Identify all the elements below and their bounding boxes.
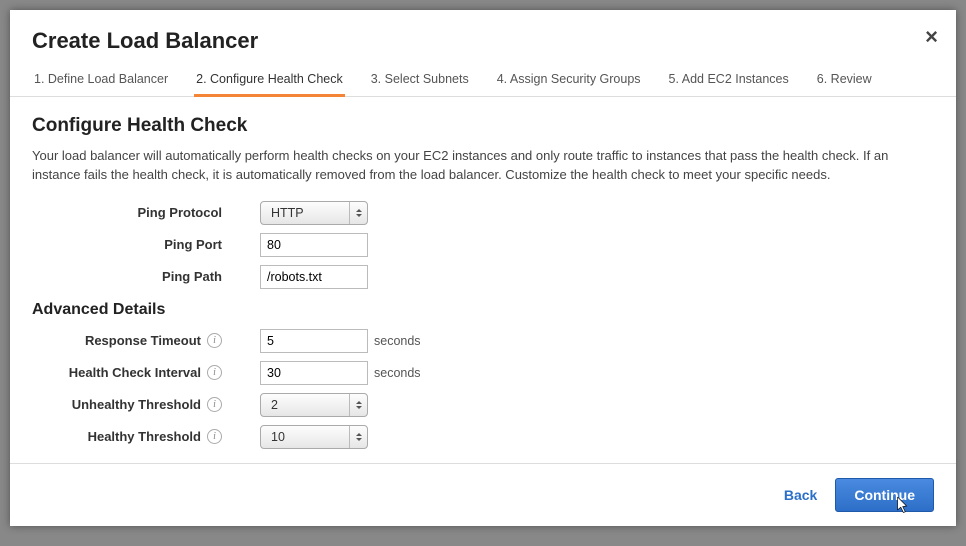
tab-configure-health-check[interactable]: 2. Configure Health Check bbox=[194, 64, 345, 96]
tab-assign-security-groups[interactable]: 4. Assign Security Groups bbox=[495, 64, 643, 96]
section-title: Configure Health Check bbox=[32, 115, 934, 137]
section-description: Your load balancer will automatically pe… bbox=[32, 147, 934, 185]
row-health-check-interval: Health Check Interval i seconds bbox=[32, 361, 934, 385]
response-timeout-input[interactable] bbox=[260, 329, 368, 353]
row-ping-protocol: Ping Protocol HTTP bbox=[32, 201, 934, 225]
continue-button[interactable]: Continue bbox=[835, 478, 934, 512]
back-button[interactable]: Back bbox=[784, 487, 817, 503]
label-healthy-threshold: Healthy Threshold bbox=[88, 429, 201, 444]
ping-protocol-value: HTTP bbox=[271, 206, 304, 220]
health-check-interval-input[interactable] bbox=[260, 361, 368, 385]
ping-path-input[interactable] bbox=[260, 265, 368, 289]
row-healthy-threshold: Healthy Threshold i 10 bbox=[32, 425, 934, 449]
unit-seconds: seconds bbox=[374, 366, 421, 380]
stepper-icon bbox=[349, 426, 367, 448]
info-icon[interactable]: i bbox=[207, 429, 222, 444]
modal-content: Configure Health Check Your load balance… bbox=[10, 97, 956, 467]
tab-define-load-balancer[interactable]: 1. Define Load Balancer bbox=[32, 64, 170, 96]
modal-title: Create Load Balancer bbox=[32, 28, 934, 54]
continue-button-label: Continue bbox=[854, 487, 915, 503]
label-unhealthy-threshold: Unhealthy Threshold bbox=[72, 397, 201, 412]
unhealthy-threshold-select[interactable]: 2 bbox=[260, 393, 368, 417]
label-ping-path: Ping Path bbox=[32, 269, 232, 284]
unit-seconds: seconds bbox=[374, 334, 421, 348]
label-health-check-interval: Health Check Interval bbox=[69, 365, 201, 380]
advanced-details-title: Advanced Details bbox=[32, 301, 934, 319]
info-icon[interactable]: i bbox=[207, 333, 222, 348]
close-icon[interactable]: × bbox=[925, 26, 938, 48]
stepper-icon bbox=[349, 394, 367, 416]
row-response-timeout: Response Timeout i seconds bbox=[32, 329, 934, 353]
unhealthy-threshold-value: 2 bbox=[271, 398, 278, 412]
stepper-icon bbox=[349, 202, 367, 224]
modal-header: Create Load Balancer × bbox=[10, 10, 956, 64]
row-ping-path: Ping Path bbox=[32, 265, 934, 289]
wizard-tabs: 1. Define Load Balancer 2. Configure Hea… bbox=[10, 64, 956, 97]
ping-protocol-select[interactable]: HTTP bbox=[260, 201, 368, 225]
create-load-balancer-modal: Create Load Balancer × 1. Define Load Ba… bbox=[10, 10, 956, 526]
ping-port-input[interactable] bbox=[260, 233, 368, 257]
tab-review[interactable]: 6. Review bbox=[815, 64, 874, 96]
tab-select-subnets[interactable]: 3. Select Subnets bbox=[369, 64, 471, 96]
modal-footer: Back Continue bbox=[10, 463, 956, 526]
info-icon[interactable]: i bbox=[207, 397, 222, 412]
row-ping-port: Ping Port bbox=[32, 233, 934, 257]
label-ping-protocol: Ping Protocol bbox=[32, 205, 232, 220]
label-ping-port: Ping Port bbox=[32, 237, 232, 252]
row-unhealthy-threshold: Unhealthy Threshold i 2 bbox=[32, 393, 934, 417]
healthy-threshold-select[interactable]: 10 bbox=[260, 425, 368, 449]
info-icon[interactable]: i bbox=[207, 365, 222, 380]
label-response-timeout: Response Timeout bbox=[85, 333, 201, 348]
tab-add-ec2-instances[interactable]: 5. Add EC2 Instances bbox=[667, 64, 791, 96]
healthy-threshold-value: 10 bbox=[271, 430, 285, 444]
